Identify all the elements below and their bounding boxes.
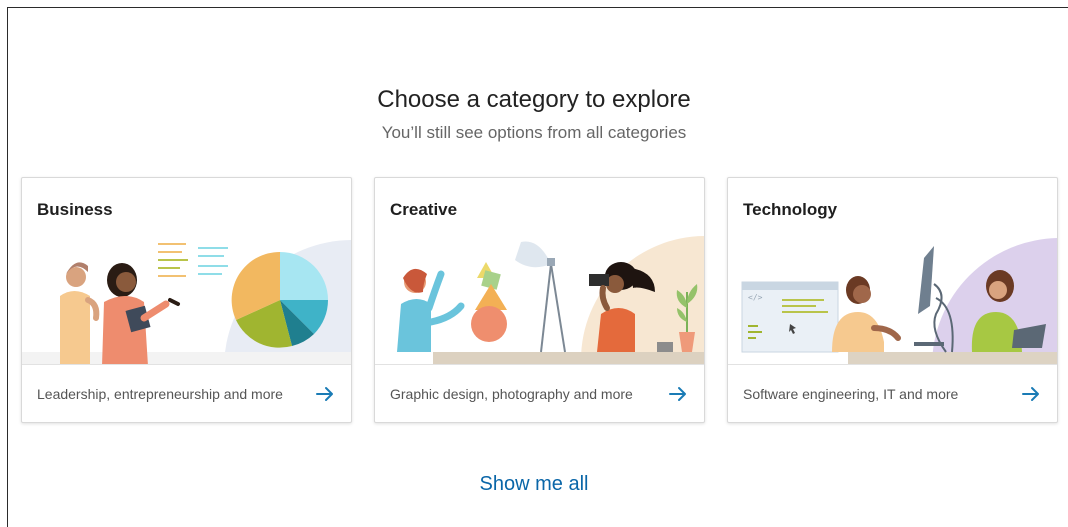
card-footer-creative: Graphic design, photography and more	[375, 364, 704, 422]
page-title: Choose a category to explore	[377, 86, 691, 113]
card-description-technology: Software engineering, IT and more	[743, 386, 959, 402]
card-footer-technology: Software engineering, IT and more	[728, 364, 1057, 422]
card-footer-business: Leadership, entrepreneurship and more	[22, 364, 351, 422]
arrow-right-icon[interactable]	[1021, 384, 1041, 404]
category-card-business[interactable]: Business Leadership, entrepreneurship an…	[21, 177, 352, 423]
card-description-business: Leadership, entrepreneurship and more	[37, 386, 283, 402]
arrow-right-icon[interactable]	[668, 384, 688, 404]
card-description-creative: Graphic design, photography and more	[390, 386, 633, 402]
card-title-business: Business	[37, 200, 113, 219]
card-title-technology: Technology	[743, 200, 838, 219]
show-me-all-link[interactable]: Show me all	[0, 473, 1068, 496]
arrow-right-icon[interactable]	[315, 384, 335, 404]
technology-illustration: </>	[741, 238, 1057, 364]
card-title-creative: Creative	[390, 200, 458, 219]
category-card-technology[interactable]: Technology </> Software engineering, IT …	[727, 177, 1058, 423]
business-illustration	[22, 240, 351, 364]
page-subtitle: You’ll still see options from all catego…	[381, 123, 687, 142]
category-card-creative[interactable]: Creative Graphic design, photography and…	[374, 177, 705, 423]
svg-text:</>: </>	[748, 293, 763, 302]
creative-illustration	[397, 236, 704, 364]
